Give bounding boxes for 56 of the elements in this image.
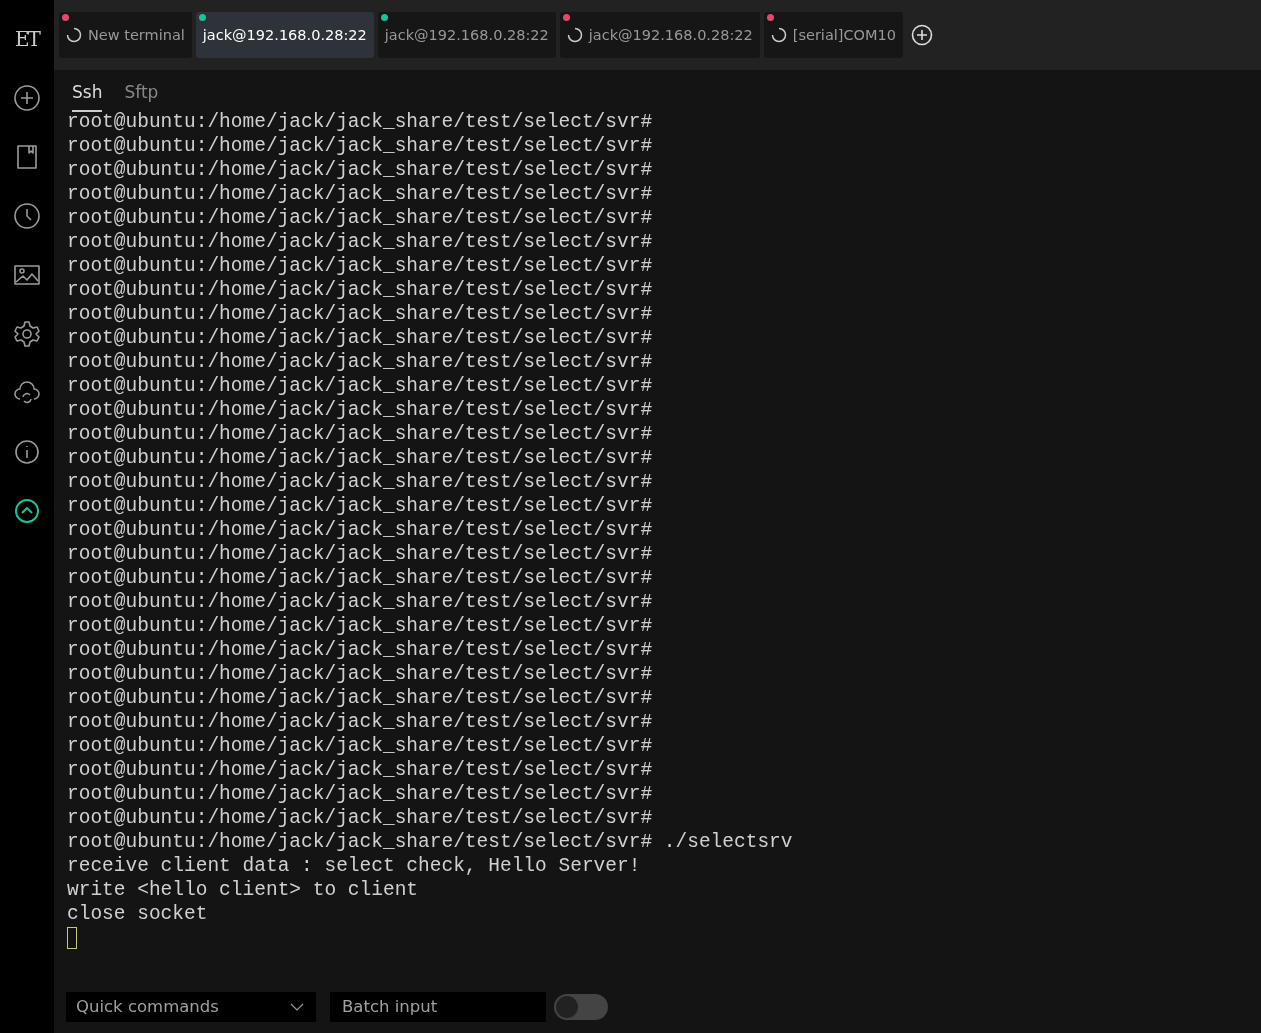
terminal-line: root@ubuntu:/home/jack/jack_share/test/select/svr# <box>67 206 654 230</box>
info-icon[interactable] <box>13 438 41 466</box>
terminal-line: root@ubuntu:/home/jack/jack_share/test/select/svr# <box>67 350 654 374</box>
add-icon[interactable] <box>13 84 41 112</box>
clock-icon[interactable] <box>13 202 41 230</box>
terminal-line: root@ubuntu:/home/jack/jack_share/test/select/svr# <box>67 806 654 830</box>
terminal-line: root@ubuntu:/home/jack/jack_share/test/select/svr# <box>67 326 654 350</box>
loading-icon <box>66 27 82 43</box>
terminal-line: root@ubuntu:/home/jack/jack_share/test/select/svr# <box>67 134 654 158</box>
app-logo[interactable]: ET <box>15 24 39 54</box>
terminal-line: root@ubuntu:/home/jack/jack_share/test/select/svr# <box>67 638 654 662</box>
terminal-line: root@ubuntu:/home/jack/jack_share/test/select/svr# <box>67 158 654 182</box>
loading-icon <box>566 27 583 43</box>
terminal-line: root@ubuntu:/home/jack/jack_share/test/select/svr# <box>67 566 654 590</box>
terminal-line: root@ubuntu:/home/jack/jack_share/test/select/svr# <box>67 110 654 134</box>
terminal-tab[interactable]: jack@192.168.0.28:22 <box>195 12 374 58</box>
terminal-line: root@ubuntu:/home/jack/jack_share/test/select/svr# <box>67 614 654 638</box>
terminal-line: root@ubuntu:/home/jack/jack_share/test/select/svr# <box>67 686 654 710</box>
terminal-line: root@ubuntu:/home/jack/jack_share/test/select/svr# <box>67 398 654 422</box>
terminal-line: root@ubuntu:/home/jack/jack_share/test/select/svr# <box>67 782 654 806</box>
terminal-line: write <hello client> to client <box>67 878 420 902</box>
terminal-line: root@ubuntu:/home/jack/jack_share/test/select/svr# <box>67 182 654 206</box>
terminal-line: root@ubuntu:/home/jack/jack_share/test/select/svr# <box>67 374 654 398</box>
terminal-tab[interactable]: jack@192.168.0.28:22 <box>377 12 556 58</box>
terminal-line: root@ubuntu:/home/jack/jack_share/test/select/svr# <box>67 710 654 734</box>
terminal-tab[interactable]: jack@192.168.0.28:22 <box>559 12 760 58</box>
terminal-line: root@ubuntu:/home/jack/jack_share/test/select/svr# <box>67 446 654 470</box>
terminal-line: root@ubuntu:/home/jack/jack_share/test/select/svr# <box>67 590 654 614</box>
terminal-line: root@ubuntu:/home/jack/jack_share/test/select/svr# <box>67 542 654 566</box>
terminal-tab[interactable]: [serial]COM10 <box>763 12 903 58</box>
batch-input-field[interactable]: Batch input <box>330 991 546 1022</box>
view-tab[interactable]: Ssh <box>72 82 103 112</box>
terminal-line: receive client data : select check, Hello Server! <box>67 854 642 878</box>
terminal-line: root@ubuntu:/home/jack/jack_share/test/select/svr# <box>67 734 654 758</box>
terminal-line: root@ubuntu:/home/jack/jack_share/test/select/svr# <box>67 254 654 278</box>
terminal-line: close socket <box>67 902 209 926</box>
quick-commands-dropdown[interactable]: Quick commands <box>66 991 316 1022</box>
terminal-line: root@ubuntu:/home/jack/jack_share/test/select/svr# <box>67 494 654 518</box>
terminal-line: root@ubuntu:/home/jack/jack_share/test/select/svr# ./selectsrv <box>67 830 794 854</box>
terminal-line: root@ubuntu:/home/jack/jack_share/test/select/svr# <box>67 662 654 686</box>
terminal-line: root@ubuntu:/home/jack/jack_share/test/select/svr# <box>67 470 654 494</box>
caret-icon <box>290 1002 304 1011</box>
view-tab[interactable]: Sftp <box>124 82 159 110</box>
terminal-line: root@ubuntu:/home/jack/jack_share/test/select/svr# <box>67 422 654 446</box>
terminal-cursor <box>67 927 77 949</box>
add-tab-icon[interactable] <box>910 24 933 46</box>
terminal-line: root@ubuntu:/home/jack/jack_share/test/select/svr# <box>67 758 654 782</box>
terminal-tab[interactable]: New terminal <box>59 12 192 58</box>
toggle-switch[interactable] <box>554 993 608 1020</box>
upgrade-icon[interactable] <box>13 497 41 525</box>
terminal-line: root@ubuntu:/home/jack/jack_share/test/select/svr# <box>67 302 654 326</box>
loading-icon <box>770 27 787 43</box>
settings-icon[interactable] <box>13 320 41 348</box>
terminal-line: root@ubuntu:/home/jack/jack_share/test/select/svr# <box>67 518 654 542</box>
terminal-line: root@ubuntu:/home/jack/jack_share/test/select/svr# <box>67 278 654 302</box>
terminal-line: root@ubuntu:/home/jack/jack_share/test/select/svr# <box>67 230 654 254</box>
